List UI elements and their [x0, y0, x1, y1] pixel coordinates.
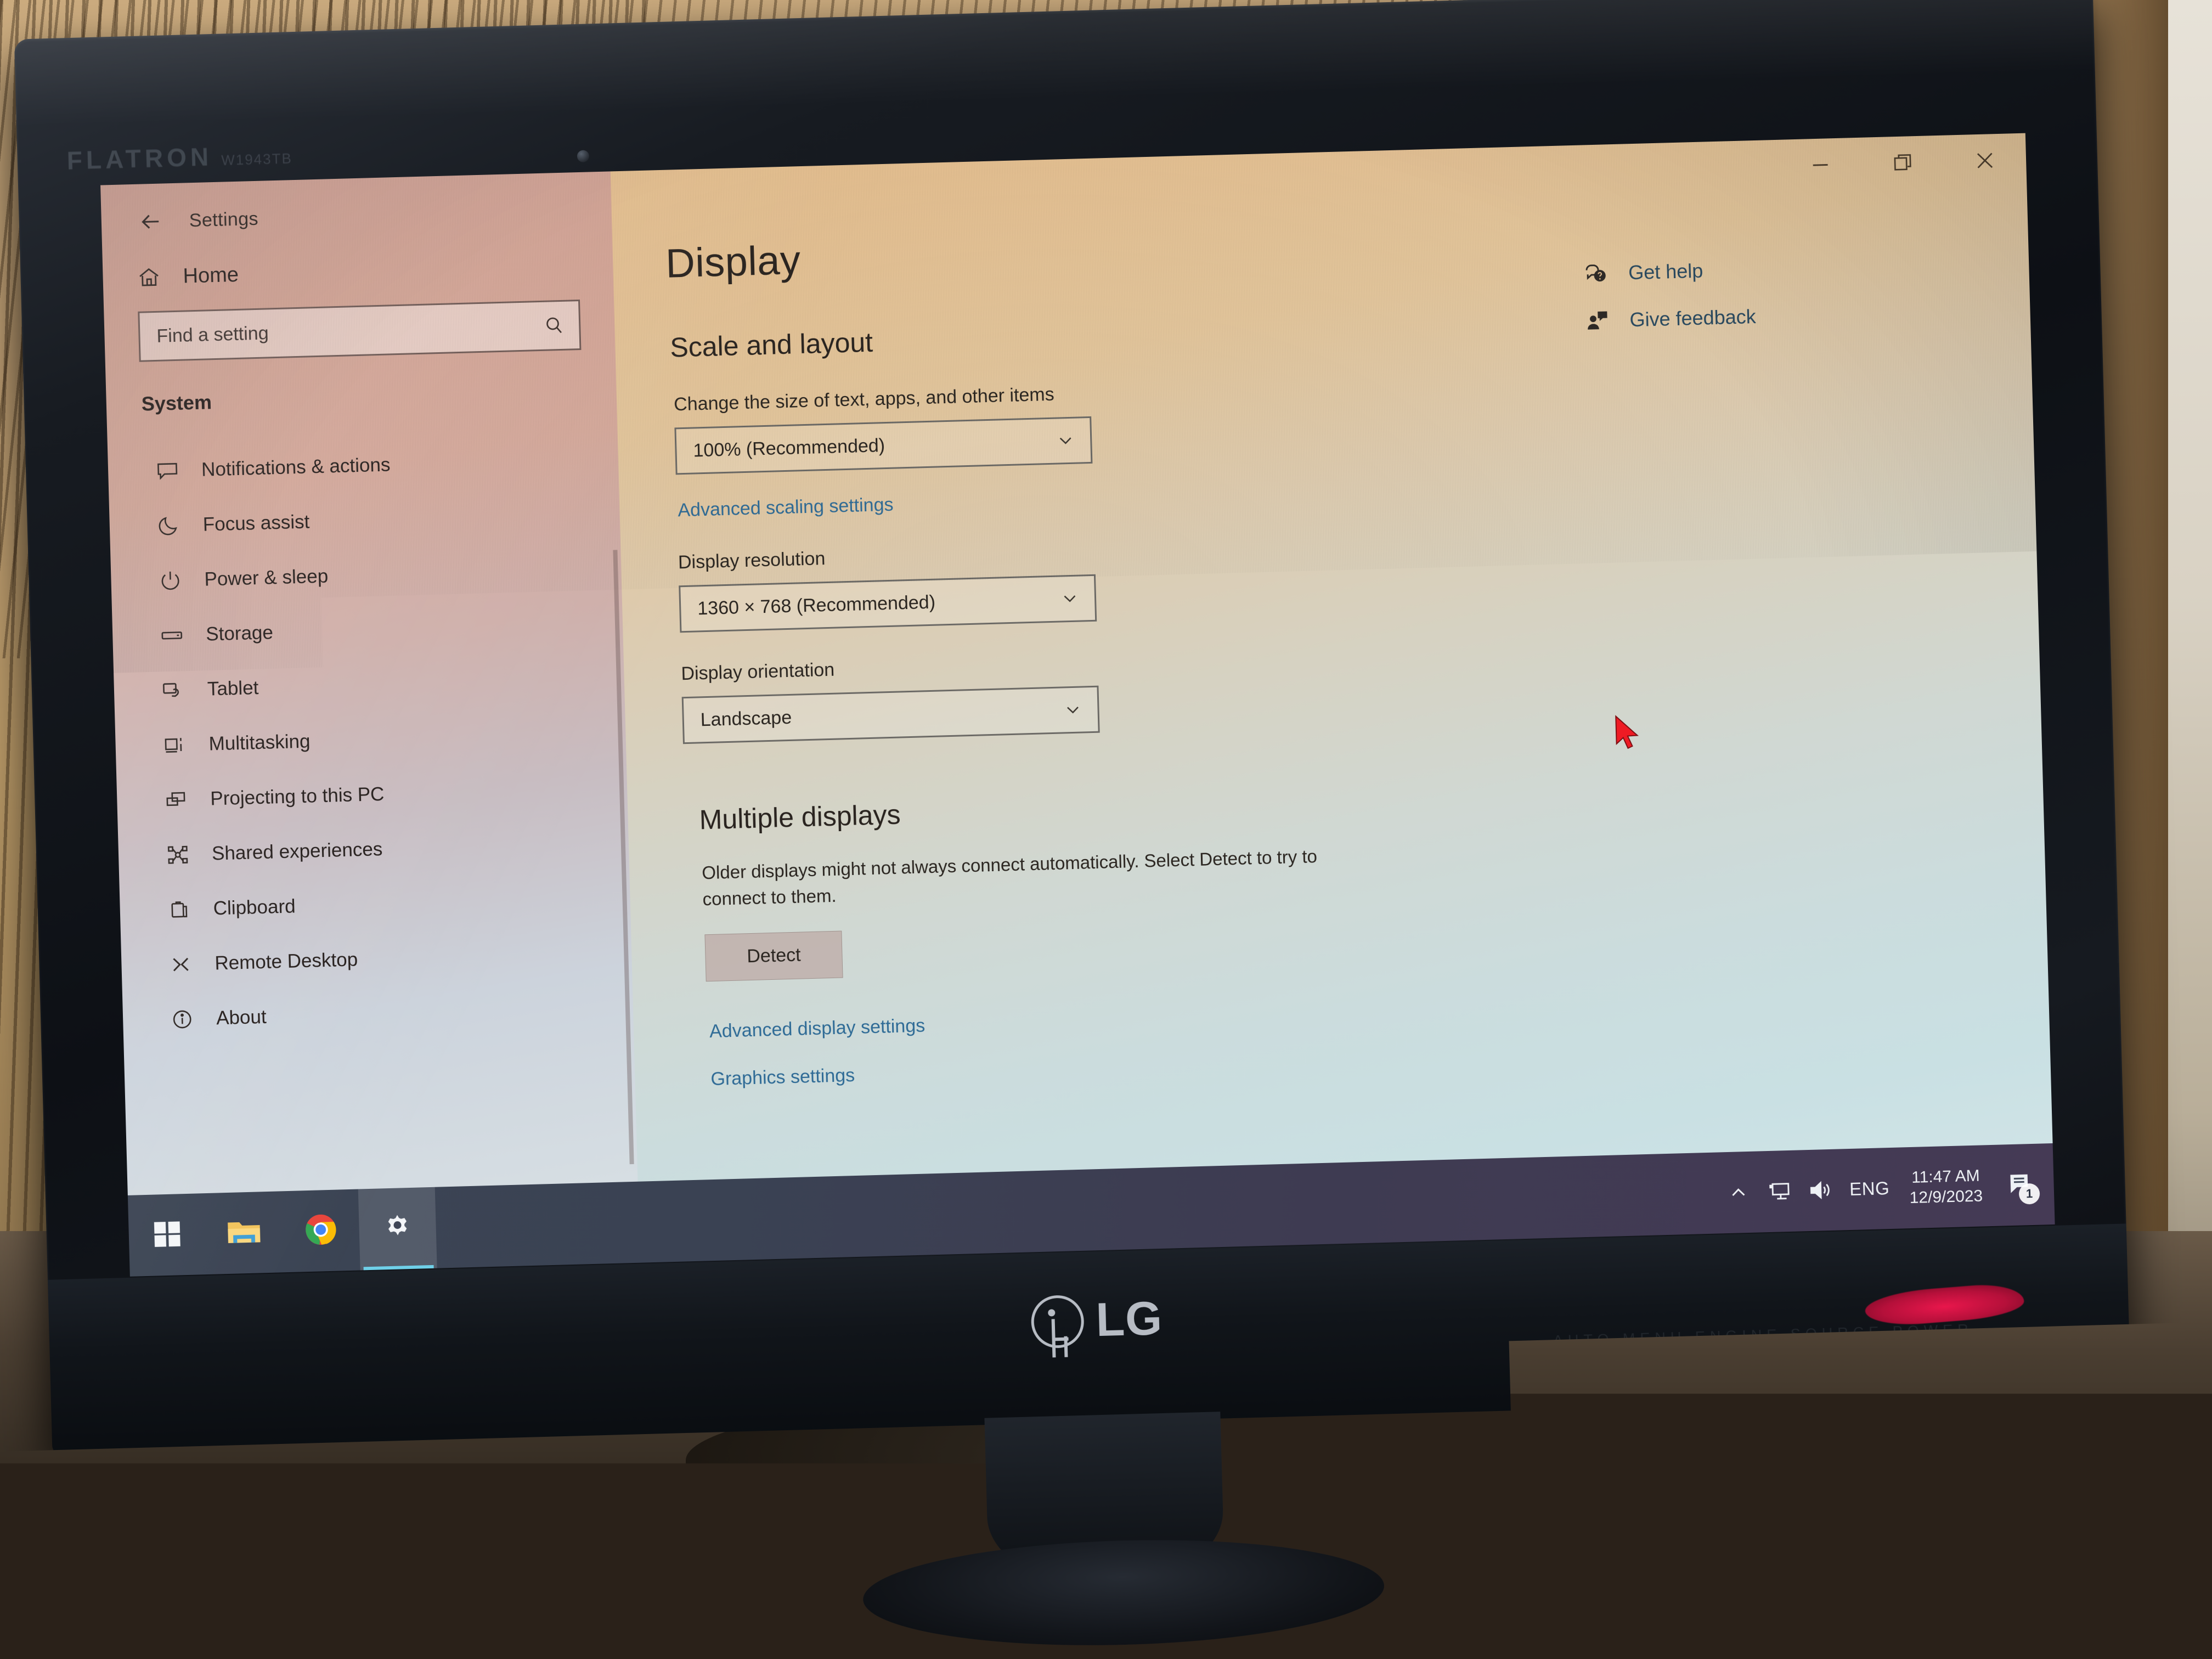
input-language[interactable]: ENG [1849, 1178, 1890, 1200]
chrome-icon [304, 1212, 338, 1249]
window-titlebar [1609, 133, 2027, 204]
page-title: Display [612, 204, 2028, 289]
scale-dropdown[interactable]: 100% (Recommended) [674, 416, 1092, 475]
resolution-field-label: Display resolution [621, 515, 2036, 575]
remote-desktop-icon [168, 952, 193, 977]
settings-window: Settings Home Find a setting System Noti… [100, 133, 2055, 1277]
chevron-down-icon [1062, 699, 1084, 720]
give-feedback-icon [1584, 308, 1610, 334]
notification-count-badge: 1 [2019, 1183, 2040, 1204]
settings-sidebar: Settings Home Find a setting System Noti… [100, 171, 637, 1195]
clock-time: 11:47 AM [1911, 1165, 1980, 1188]
network-icon[interactable] [1766, 1178, 1792, 1204]
folder-icon [225, 1216, 263, 1250]
sidebar-item-label: Shared experiences [212, 838, 383, 865]
settings-title: Settings [189, 208, 258, 231]
sidebar-item-home-label: Home [183, 263, 239, 288]
sidebar-item-label: Notifications & actions [201, 454, 391, 481]
sidebar-nav-list: Notifications & actions Focus assist Pow… [106, 403, 634, 1048]
window-body: Settings Home Find a setting System Noti… [100, 133, 2053, 1195]
lg-flatron-monitor: FLATRON W1943TB Settings Home Find a set… [14, 0, 2131, 1454]
show-hidden-icons-chevron[interactable] [1726, 1181, 1750, 1204]
taskbar-apps [128, 1187, 437, 1277]
multitasking-icon [162, 733, 187, 758]
clipboard-icon [167, 898, 191, 922]
lg-wordmark: LG [1095, 1291, 1163, 1347]
sidebar-item-label: About [216, 1006, 267, 1029]
projecting-icon [164, 788, 189, 812]
advanced-scaling-settings-link[interactable]: Advanced scaling settings [619, 463, 2035, 523]
close-button[interactable] [1943, 133, 2027, 188]
display-settings-content: Display Get help Give feedback Scale and… [611, 133, 2053, 1182]
tablet-icon [161, 678, 185, 703]
scale-dropdown-value: 100% (Recommended) [693, 435, 885, 461]
get-help-label: Get help [1628, 259, 1703, 285]
get-help-icon [1583, 261, 1609, 286]
sidebar-item-label: Projecting to this PC [210, 783, 385, 810]
search-icon[interactable] [543, 314, 565, 337]
file-explorer-button[interactable] [205, 1191, 284, 1274]
give-feedback-link[interactable]: Give feedback [1584, 304, 1756, 334]
sidebar-item-label: Remote Desktop [215, 949, 358, 974]
flatron-logo: FLATRON W1943TB [66, 139, 292, 175]
search-wrapper [103, 276, 615, 363]
detect-button[interactable]: Detect [704, 930, 843, 981]
orientation-dropdown-value: Landscape [700, 707, 792, 730]
storage-icon [160, 623, 184, 648]
resolution-dropdown[interactable]: 1360 × 768 (Recommended) [679, 574, 1097, 633]
start-button[interactable] [128, 1193, 207, 1277]
notification-icon [155, 459, 180, 483]
windows-logo-icon [151, 1218, 183, 1252]
chevron-down-icon [1059, 588, 1081, 610]
sidebar-item-label: Focus assist [202, 511, 310, 535]
flatron-model: W1943TB [221, 150, 292, 168]
back-arrow-icon[interactable] [137, 209, 163, 235]
multiple-displays-description: Older displays might not always connect … [629, 842, 1355, 914]
scale-and-layout-heading: Scale and layout [615, 295, 2031, 365]
scale-field-label: Change the size of text, apps, and other… [617, 357, 2032, 417]
orientation-field-label: Display orientation [624, 627, 2039, 686]
lg-l-stroke [1052, 1319, 1056, 1341]
power-icon [158, 568, 183, 593]
sidebar-item-label: Clipboard [213, 895, 296, 919]
lg-circle-icon [1030, 1294, 1085, 1348]
taskbar-clock[interactable]: 11:47 AM 12/9/2023 [1909, 1165, 1983, 1209]
home-icon [137, 265, 161, 290]
system-tray: ENG 11:47 AM 12/9/2023 1 [1725, 1143, 2055, 1233]
graphics-settings-link[interactable]: Graphics settings [635, 1032, 2050, 1092]
advanced-display-settings-link[interactable]: Advanced display settings [634, 985, 2049, 1045]
help-links: Get help Give feedback [1583, 257, 1757, 334]
sidebar-item-label: Multitasking [208, 731, 311, 755]
orientation-dropdown[interactable]: Landscape [682, 686, 1100, 744]
flatron-text: FLATRON [66, 142, 213, 174]
clock-date: 12/9/2023 [1909, 1186, 1983, 1208]
gear-icon [382, 1212, 413, 1245]
share-icon [166, 843, 190, 867]
chevron-down-icon [1055, 430, 1076, 452]
google-chrome-button[interactable] [281, 1189, 360, 1273]
moon-icon [156, 514, 181, 538]
get-help-link[interactable]: Get help [1583, 257, 1755, 286]
info-icon [170, 1007, 195, 1032]
multiple-displays-heading: Multiple displays [628, 768, 2044, 838]
give-feedback-label: Give feedback [1629, 305, 1756, 331]
monitor-screen: Settings Home Find a setting System Noti… [100, 133, 2055, 1277]
sidebar-item-label: Power & sleep [204, 566, 329, 591]
restore-button[interactable] [1861, 136, 1945, 190]
lg-l-bar [1052, 1337, 1068, 1341]
action-center-button[interactable]: 1 [2006, 1169, 2034, 1200]
sidebar-item-label: Tablet [207, 677, 258, 701]
lg-logo: LG [1030, 1291, 1163, 1349]
volume-icon[interactable] [1808, 1177, 1833, 1203]
minimize-button[interactable] [1779, 138, 1863, 193]
settings-taskbar-button[interactable] [358, 1187, 437, 1271]
resolution-dropdown-value: 1360 × 768 (Recommended) [697, 591, 936, 619]
photo-scene: FLATRON W1943TB Settings Home Find a set… [0, 0, 2212, 1659]
sidebar-item-label: Storage [206, 622, 274, 645]
search-input[interactable] [156, 315, 543, 347]
